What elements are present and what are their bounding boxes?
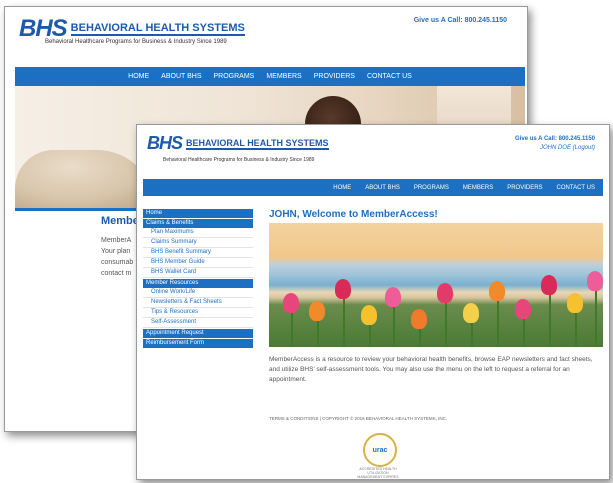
sidebar-item-tips-resources[interactable]: Tips & Resources [143,308,253,318]
sidebar-item-reimbursement-form[interactable]: Reimbursement Form [143,339,253,348]
member-text-line: MemberA [101,237,132,244]
logout-link[interactable]: (Logout) [573,145,595,151]
logo-name: BEHAVIORAL HEALTH SYSTEMS [186,137,329,150]
sidebar-item-wallet-card[interactable]: BHS Wallet Card [143,268,253,278]
tulip-flower [309,301,325,321]
bhs-logo[interactable]: BHS BEHAVIORAL HEALTH SYSTEMS [147,133,329,154]
urac-badge-label: urac [372,446,388,454]
tulip-flower [385,287,401,307]
sidebar-item-benefit-summary[interactable]: BHS Benefit Summary [143,248,253,258]
nav-contact[interactable]: CONTACT US [367,73,412,80]
tulip-flower [411,309,427,329]
tulip-flower [489,281,505,301]
nav-home[interactable]: HOME [333,185,351,191]
nav-providers[interactable]: PROVIDERS [507,185,542,191]
call-number: Give us A Call: 800.245.1150 [413,17,507,24]
logo-mark: BHS [147,133,183,153]
footer-text[interactable]: TERMS & CONDITIONS | COPYRIGHT © 2016 BE… [269,416,447,421]
tulip-flower [361,305,377,325]
user-name: JOHN DOE [539,145,571,151]
member-text-line: consumab [101,259,134,266]
sidebar-item-home[interactable]: Home [143,209,253,218]
nav-members[interactable]: MEMBERS [266,73,301,80]
sidebar-item-member-guide[interactable]: BHS Member Guide [143,258,253,268]
tulip-flower [335,279,351,299]
tulip-flower [463,303,479,323]
urac-badge: urac [363,433,397,467]
member-text-line: contact m [101,270,132,277]
call-number: Give us A Call: 800.245.1150 [515,136,595,142]
member-title: Membe [101,215,139,227]
nav-members[interactable]: MEMBERS [463,185,493,191]
main-nav: HOME ABOUT BHS PROGRAMS MEMBERS PROVIDER… [15,67,525,86]
sidebar-item-plan-maximums[interactable]: Plan Maximums [143,228,253,238]
nav-about[interactable]: ABOUT BHS [365,185,400,191]
logo-name: BEHAVIORAL HEALTH SYSTEMS [70,22,245,36]
nav-providers[interactable]: PROVIDERS [314,73,355,80]
sidebar-item-claims-summary[interactable]: Claims Summary [143,238,253,248]
nav-contact[interactable]: CONTACT US [557,185,595,191]
tulip-flower [567,293,583,313]
tulip-banner-image [269,223,603,347]
sidebar-item-online-worklife[interactable]: Online Work/Life [143,288,253,298]
member-text: MemberA Your plan consumab contact m [101,235,141,279]
nav-about[interactable]: ABOUT BHS [161,73,201,80]
tagline: Behavioral Healthcare Programs for Busin… [163,157,315,163]
tulip-flower [437,283,453,303]
main-nav: HOME ABOUT BHS PROGRAMS MEMBERS PROVIDER… [143,179,603,196]
user-info: JOHN DOE (Logout) [515,144,595,153]
sofa-graphic [15,150,155,208]
call-info: Give us A Call: 800.245.1150 JOHN DOE (L… [515,135,595,153]
nav-programs[interactable]: PROGRAMS [213,73,254,80]
front-window: BHS BEHAVIORAL HEALTH SYSTEMS Behavioral… [136,124,610,480]
member-sidebar: Home Claims & Benefits Plan Maximums Cla… [143,208,253,348]
tulip-flower [587,271,603,291]
nav-home[interactable]: HOME [128,73,149,80]
call-info: Give us A Call: 800.245.1150 [414,17,507,24]
sidebar-item-self-assessment[interactable]: Self-Assessment [143,318,253,328]
nav-programs[interactable]: PROGRAMS [414,185,449,191]
tulip-flower [515,299,531,319]
sidebar-item-appointment-request[interactable]: Appointment Request [143,329,253,338]
tulip-flower [541,275,557,295]
intro-text: MemberAccess is a resource to review you… [269,356,593,383]
sidebar-item-claims-benefits[interactable]: Claims & Benefits [143,219,253,228]
tulip-flower [283,293,299,313]
tagline: Behavioral Healthcare Programs for Busin… [45,39,227,45]
page-title: JOHN, Welcome to MemberAccess! [269,209,438,220]
sidebar-item-newsletters[interactable]: Newsletters & Fact Sheets [143,298,253,308]
sidebar-item-member-resources[interactable]: Member Resources [143,279,253,288]
urac-badge-caption: ACCREDITED HEALTH UTILIZATION MANAGEMENT… [357,467,399,479]
member-text-line: Your plan [101,248,131,255]
